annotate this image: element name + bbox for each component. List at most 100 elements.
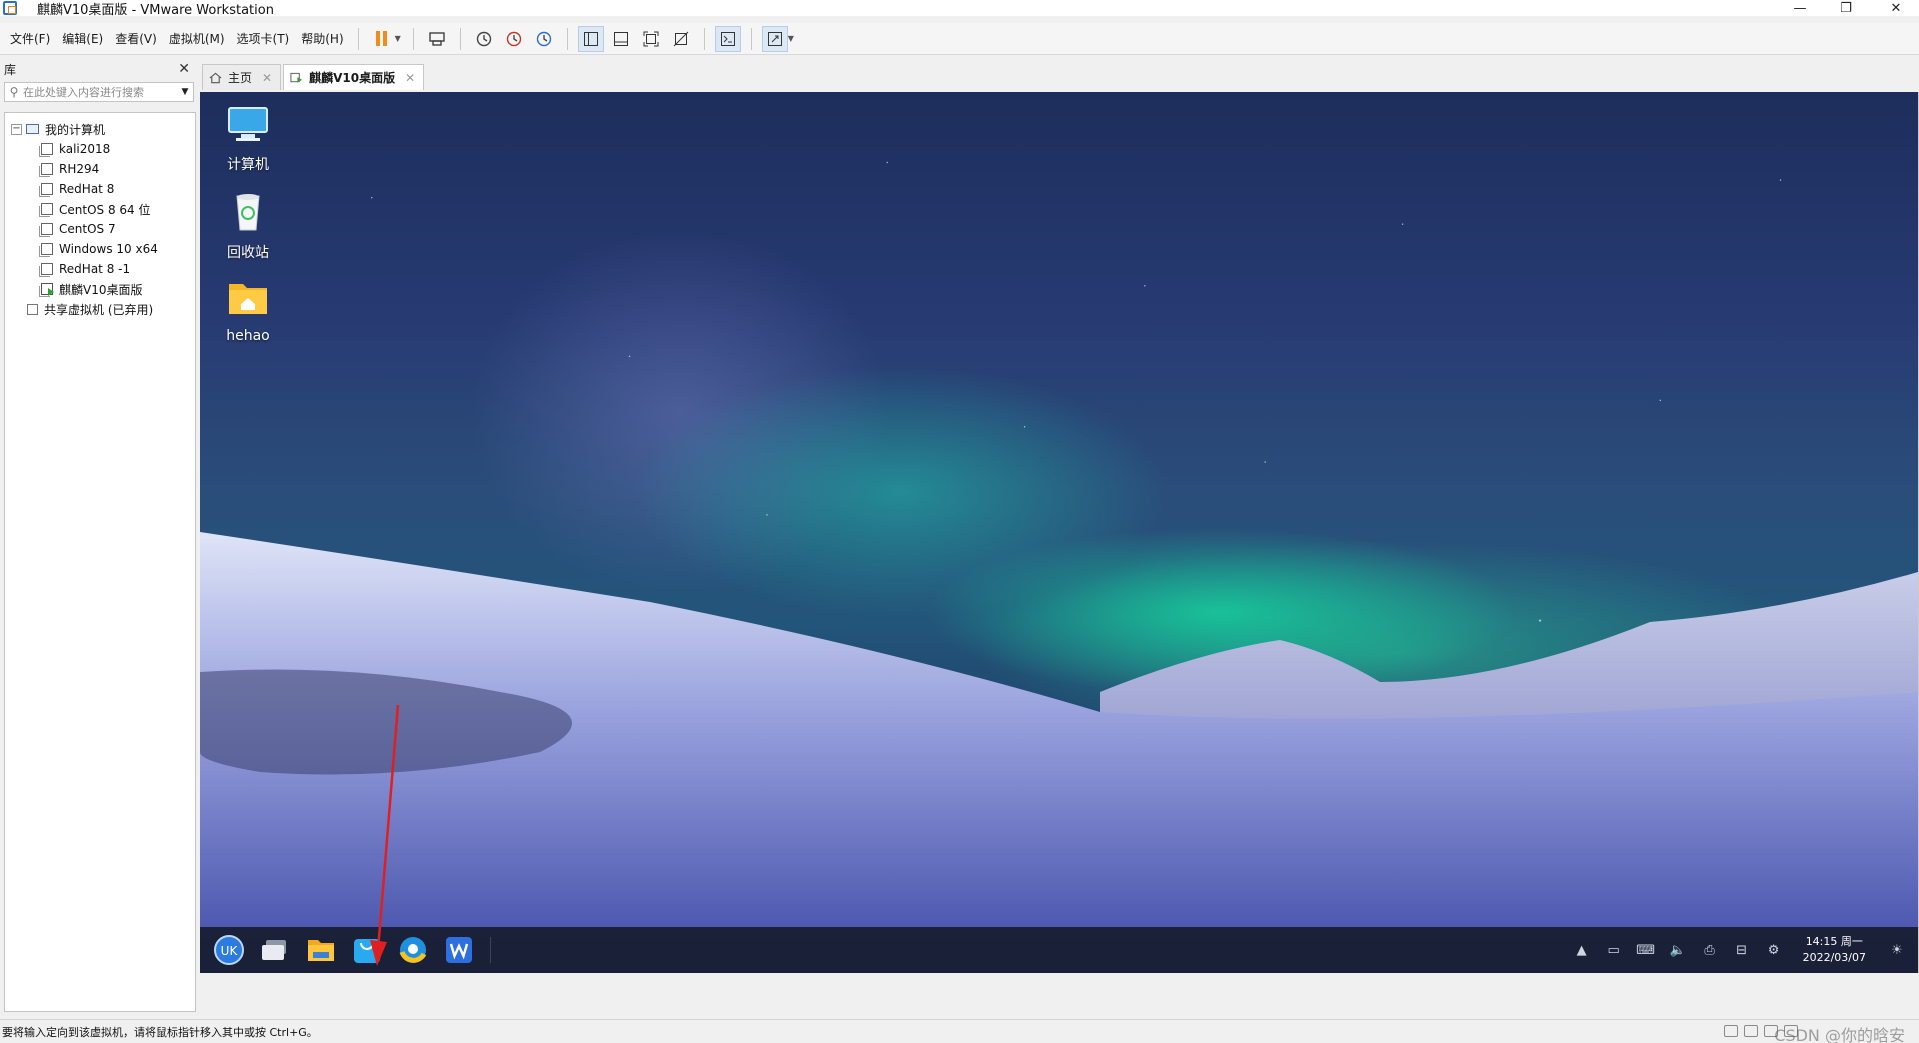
tree-item-label: RedHat 8 (59, 182, 115, 196)
stretch-guest-button[interactable] (761, 25, 788, 52)
wps-writer-icon (446, 937, 472, 963)
tree-item-label: 我的计算机 (45, 122, 106, 137)
desktop-icon-label: hehao (226, 328, 270, 344)
snapshot-button[interactable] (471, 26, 497, 52)
annotation-arrow (370, 704, 400, 966)
file-manager-button[interactable] (304, 933, 338, 967)
desktop-icon-home-folder[interactable]: hehao (208, 278, 288, 344)
tree-vm-item-running[interactable]: 麒麟V10桌面版 (5, 279, 195, 299)
console-view-button[interactable] (714, 25, 741, 52)
restore-button[interactable]: ❐ (1823, 0, 1869, 16)
tree-vm-item[interactable]: CentOS 8 64 位 (5, 199, 195, 219)
menu-view[interactable]: 查看(V) (109, 27, 163, 51)
home-icon (209, 72, 222, 83)
library-close-button[interactable]: ✕ (178, 61, 190, 77)
guest-clock[interactable]: 14:15 周一 2022/03/07 (1803, 934, 1866, 966)
unity-mode-button[interactable] (668, 26, 694, 52)
vmware-app-icon[interactable] (3, 1, 17, 15)
tray-expand-icon[interactable]: ▲ (1571, 939, 1593, 961)
desktop-icon-recycle-bin[interactable]: 回收站 (208, 192, 288, 262)
vm-icon (39, 183, 53, 197)
tree-item-label: 共享虚拟机 (已弃用) (44, 302, 154, 317)
tree-item-label: RH294 (59, 162, 100, 176)
pause-button[interactable] (369, 26, 395, 52)
toolbar-divider (412, 27, 414, 50)
tree-item-label: CentOS 7 (59, 222, 116, 236)
svg-text:UK: UK (221, 944, 239, 958)
keyboard-icon[interactable]: ⌨ (1635, 939, 1657, 961)
start-menu-button[interactable]: UK (212, 933, 246, 967)
tab-home[interactable]: 主页 ✕ (202, 64, 282, 90)
menu-tabs[interactable]: 选项卡(T) (231, 27, 296, 51)
computer-icon (26, 124, 39, 134)
close-window-button[interactable]: ✕ (1873, 0, 1919, 16)
multitask-view-button[interactable] (258, 933, 292, 967)
tree-vm-item[interactable]: Windows 10 x64 (5, 239, 195, 259)
stretch-icon (767, 31, 782, 46)
tab-label: 主页 (228, 71, 253, 85)
tree-vm-item[interactable]: RedHat 8 (5, 179, 195, 199)
vm-running-icon (39, 283, 54, 297)
tree-shared-vms[interactable]: 共享虚拟机 (已弃用) (5, 299, 195, 319)
tree-vm-item[interactable]: RedHat 8 -1 (5, 259, 195, 279)
keyboard-send-icon (429, 31, 445, 46)
network-icon[interactable]: ⊟ (1731, 939, 1753, 961)
tab-close-icon[interactable]: ✕ (405, 71, 415, 85)
tab-strip: 主页 ✕ 麒麟V10桌面版 ✕ (202, 64, 426, 90)
tab-kylin-v10[interactable]: 麒麟V10桌面版 ✕ (283, 64, 425, 90)
multitask-view-icon (262, 940, 286, 960)
revert-snapshot-button[interactable] (501, 26, 527, 52)
desktop-icon-label: 计算机 (227, 157, 269, 173)
status-message: 要将输入定向到该虚拟机，请将鼠标指针移入其中或按 Ctrl+G。 (2, 1025, 318, 1039)
tree-my-computer[interactable]: − 我的计算机 (5, 119, 195, 139)
thumbnail-bar-button[interactable] (608, 26, 634, 52)
settings-gear-icon[interactable]: ⚙ (1763, 939, 1785, 961)
send-ctrl-alt-del-button[interactable] (424, 26, 450, 52)
library-tree: − 我的计算机 kali2018 RH294 RedHat 8 CentOS 8… (4, 112, 196, 1012)
wps-writer-button[interactable] (442, 933, 476, 967)
full-screen-button[interactable] (638, 26, 664, 52)
menu-file[interactable]: 文件(F) (4, 27, 56, 51)
stretch-dropdown-arrow[interactable]: ▼ (788, 34, 794, 43)
tree-vm-item[interactable]: kali2018 (5, 139, 195, 159)
hdd-device-icon[interactable] (1724, 1025, 1738, 1037)
minimize-button[interactable]: — (1777, 0, 1823, 16)
snapshot-manager-button[interactable] (531, 26, 557, 52)
volume-icon[interactable]: 🔈 (1667, 939, 1689, 961)
toolbar-divider (703, 27, 705, 50)
collapse-icon[interactable]: − (11, 123, 22, 135)
library-panel: 库 ✕ ⚲ ▼ − 我的计算机 kali2018 RH294 RedHat 8 … (0, 58, 198, 1016)
usb-device-icon[interactable]: ⎙ (1699, 939, 1721, 961)
vm-icon (39, 143, 53, 157)
tab-close-icon[interactable]: ✕ (262, 71, 272, 85)
cdrom-device-icon[interactable] (1744, 1025, 1758, 1037)
tree-item-label: CentOS 8 64 位 (59, 202, 151, 217)
vm-icon (39, 223, 53, 237)
brightness-icon[interactable]: ☀ (1886, 939, 1908, 961)
guest-vm-display[interactable]: 计算机 回收站 hehao UK ▲ ▭ ⌨ 🔈 ⎙ ⊟ ⚙ 14:15 周一 … (200, 92, 1918, 973)
start-menu-icon: UK (214, 935, 244, 965)
menu-edit[interactable]: 编辑(E) (56, 27, 109, 51)
search-dropdown-arrow[interactable]: ▼ (177, 87, 193, 97)
power-dropdown-arrow[interactable]: ▼ (395, 34, 401, 43)
snapshot-manager-icon (536, 31, 551, 46)
tree-vm-item[interactable]: RH294 (5, 159, 195, 179)
vm-running-icon (290, 72, 303, 83)
show-library-button[interactable] (577, 25, 604, 52)
vm-icon (39, 163, 53, 177)
library-title: 库 (4, 62, 17, 77)
file-manager-icon (308, 940, 334, 961)
taskbar-divider (490, 937, 491, 963)
snapshot-clock-icon (476, 31, 491, 46)
recycle-bin-icon (236, 194, 260, 231)
vm-icon (39, 263, 53, 277)
tree-vm-item[interactable]: CentOS 7 (5, 219, 195, 239)
library-search-input[interactable] (23, 83, 177, 101)
tree-item-label: 麒麟V10桌面版 (59, 282, 143, 297)
menu-vm[interactable]: 虚拟机(M) (163, 27, 231, 51)
toolbar-divider (357, 27, 359, 50)
library-layout-icon (583, 31, 598, 46)
menu-help[interactable]: 帮助(H) (295, 27, 349, 51)
notification-chat-icon[interactable]: ▭ (1603, 939, 1625, 961)
desktop-icon-computer[interactable]: 计算机 (208, 104, 288, 174)
